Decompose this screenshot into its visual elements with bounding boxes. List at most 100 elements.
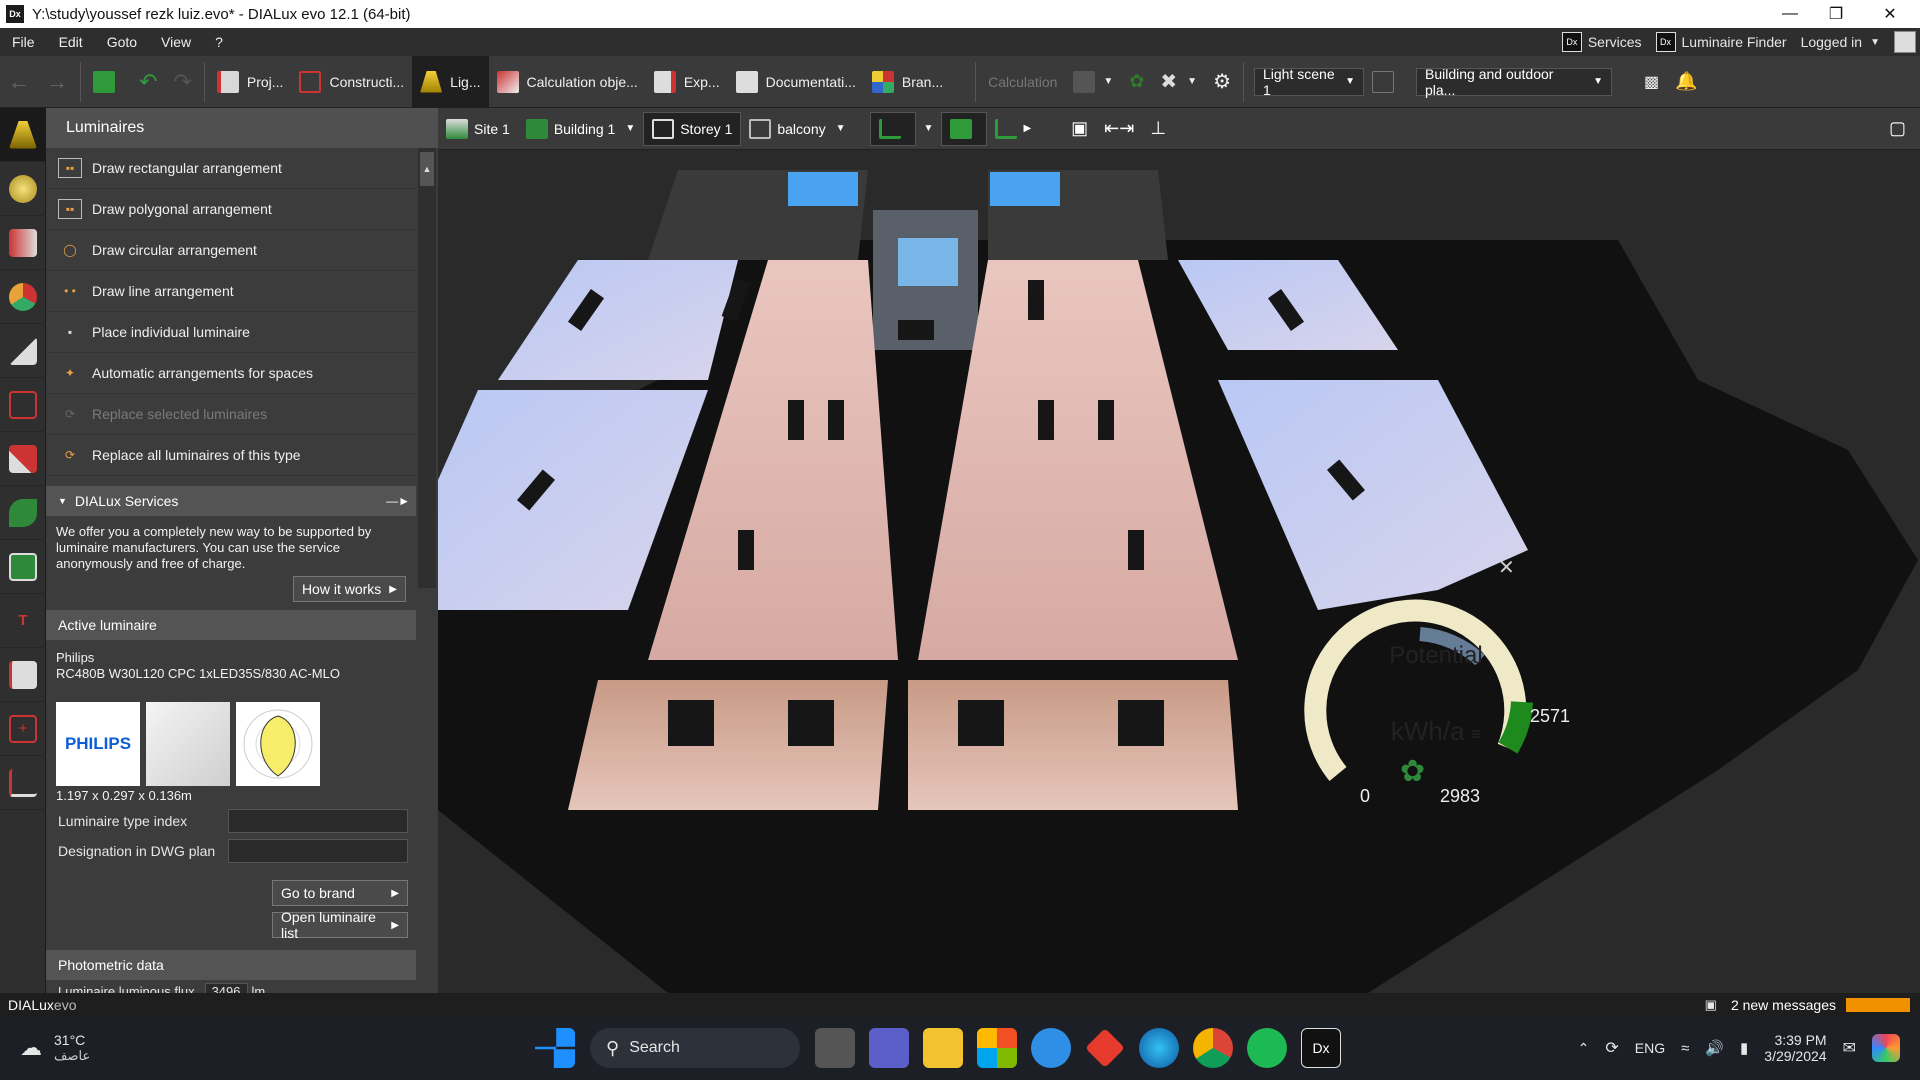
section-view-button[interactable]: ▶ bbox=[987, 112, 1039, 146]
task-view-icon[interactable] bbox=[815, 1028, 855, 1068]
how-it-works-button[interactable]: How it works ▶ bbox=[292, 576, 406, 602]
copilot-icon[interactable] bbox=[1872, 1034, 1900, 1062]
tab-calculation-objects[interactable]: Calculation obje... bbox=[489, 56, 646, 108]
menu-help[interactable]: ? bbox=[203, 34, 235, 50]
services-header[interactable]: ▼ DIALux Services —► bbox=[46, 486, 416, 516]
start-icon[interactable] bbox=[535, 1028, 575, 1068]
close-icon[interactable]: ✕ bbox=[1860, 0, 1920, 28]
draw-circular-button[interactable]: ◯ Draw circular arrangement bbox=[46, 230, 416, 271]
chevron-up-icon[interactable]: ⌃ bbox=[1578, 1040, 1590, 1057]
save-button[interactable] bbox=[85, 56, 131, 108]
planning-mode-select[interactable]: Building and outdoor pla... ▼ bbox=[1416, 66, 1612, 98]
go-to-brand-button[interactable]: Go to brand ▶ bbox=[272, 880, 408, 906]
luminaire-image[interactable] bbox=[146, 702, 230, 786]
view-mode-button[interactable]: ▩ bbox=[1636, 56, 1667, 108]
sync-icon[interactable]: ⟳ bbox=[1605, 1038, 1618, 1058]
site-button[interactable]: Site 1 bbox=[438, 112, 518, 146]
menu-goto[interactable]: Goto bbox=[95, 34, 149, 50]
pin-icon[interactable]: —► bbox=[386, 494, 410, 508]
menu-icon[interactable]: ≡ bbox=[1471, 724, 1482, 744]
floor-plan-button[interactable] bbox=[869, 111, 916, 146]
draw-line-button[interactable]: • • Draw line arrangement bbox=[46, 271, 416, 312]
volume-icon[interactable]: 🔊 bbox=[1705, 1039, 1724, 1057]
helper-icon[interactable] bbox=[1031, 1028, 1071, 1068]
text-tool[interactable]: T bbox=[0, 594, 46, 648]
luminaire-finder-button[interactable]: Dx Luminaire Finder bbox=[1655, 32, 1787, 52]
restore-icon[interactable]: ❐ bbox=[1806, 0, 1866, 28]
flux-value[interactable]: 3496 bbox=[204, 982, 248, 993]
taskbar-search[interactable]: ⚲ Search bbox=[590, 1028, 800, 1068]
building-button[interactable]: Building 1 ▼ bbox=[518, 112, 643, 146]
draw-polygonal-button[interactable]: ▪▪ Draw polygonal arrangement bbox=[46, 189, 416, 230]
messages-link[interactable]: 2 new messages bbox=[1731, 997, 1836, 1013]
chrome-icon[interactable] bbox=[1193, 1028, 1233, 1068]
spotify-icon[interactable] bbox=[1247, 1028, 1287, 1068]
tab-construction[interactable]: Constructi... bbox=[291, 56, 412, 108]
balcony-button[interactable]: balcony ▼ bbox=[741, 112, 853, 146]
scene-display-button[interactable] bbox=[1364, 56, 1410, 108]
cancel-calc-button[interactable]: ✖ ▼ bbox=[1152, 56, 1205, 108]
replace-all-button[interactable]: ⟳ Replace all luminaires of this type bbox=[46, 435, 416, 476]
3d-view-button[interactable] bbox=[941, 111, 988, 146]
draw-rectangular-button[interactable]: ▪▪ Draw rectangular arrangement bbox=[46, 148, 416, 189]
tab-brands[interactable]: Bran... bbox=[864, 56, 951, 108]
notification-icon[interactable]: ✉ bbox=[1843, 1038, 1856, 1058]
tab-documentation[interactable]: Documentati... bbox=[728, 56, 864, 108]
undo-button[interactable]: ↶ bbox=[131, 56, 165, 108]
zoom-extents-button[interactable]: ▣ bbox=[1063, 112, 1096, 146]
language-indicator[interactable]: ENG bbox=[1635, 1040, 1665, 1056]
color-tool[interactable] bbox=[0, 270, 46, 324]
forward-button[interactable]: → bbox=[38, 56, 76, 108]
axis-button[interactable]: ⊥ bbox=[1142, 112, 1174, 146]
open-luminaire-list-button[interactable]: Open luminaire list ▶ bbox=[272, 909, 408, 941]
add-tool[interactable]: + bbox=[0, 702, 46, 756]
tab-project[interactable]: Proj... bbox=[209, 56, 292, 108]
place-individual-button[interactable]: ▪ Place individual luminaire bbox=[46, 312, 416, 353]
tab-light[interactable]: Lig... bbox=[412, 55, 489, 108]
back-button[interactable]: ← bbox=[0, 56, 38, 108]
3d-viewport[interactable]: ✕ Potential 412 kWh/a ≡ ✿ 0 2571 2983 bbox=[438, 150, 1920, 993]
store-icon[interactable] bbox=[977, 1028, 1017, 1068]
dialux-taskbar-icon[interactable]: Dx bbox=[1301, 1028, 1341, 1068]
fullscreen-button[interactable]: ▢ bbox=[1881, 112, 1914, 146]
control-tool[interactable] bbox=[0, 540, 46, 594]
leaf-button[interactable]: ✿ bbox=[1121, 56, 1152, 108]
measure-button[interactable]: ⇤⇥ bbox=[1096, 112, 1142, 146]
close-overlay-icon[interactable]: ✕ bbox=[1498, 557, 1515, 579]
autodesk-icon[interactable] bbox=[1085, 1028, 1125, 1068]
menu-view[interactable]: View bbox=[149, 34, 203, 50]
light-scene-select[interactable]: Light scene 1 ▼ bbox=[1254, 66, 1364, 98]
notifications-button[interactable]: 🔔 bbox=[1667, 56, 1705, 108]
dwg-designation-input[interactable] bbox=[228, 839, 408, 863]
logged-in-menu[interactable]: Logged in ▼ bbox=[1801, 34, 1880, 50]
energy-gauge[interactable]: Potential 412 kWh/a ≡ ✿ 0 2571 2983 bbox=[1296, 578, 1570, 808]
wifi-icon[interactable]: ≈ bbox=[1681, 1040, 1689, 1057]
type-index-input[interactable] bbox=[228, 809, 408, 833]
bulb-tool[interactable] bbox=[0, 162, 46, 216]
measure-tool[interactable] bbox=[0, 648, 46, 702]
weather-widget[interactable]: ☁ 31°C عاصف bbox=[20, 1032, 90, 1064]
light-levels-tool[interactable] bbox=[0, 324, 46, 378]
avatar[interactable] bbox=[1894, 31, 1916, 53]
emergency-tool[interactable] bbox=[0, 378, 46, 432]
tab-export[interactable]: Exp... bbox=[646, 56, 728, 108]
menu-edit[interactable]: Edit bbox=[47, 34, 95, 50]
settings-button[interactable]: ⚙ bbox=[1205, 56, 1239, 108]
luminaires-tool[interactable] bbox=[0, 108, 46, 162]
layout-tool[interactable] bbox=[0, 756, 46, 810]
storey-button[interactable]: Storey 1 bbox=[643, 111, 742, 146]
edge-icon[interactable] bbox=[1139, 1028, 1179, 1068]
battery-icon[interactable]: ▮ bbox=[1740, 1039, 1748, 1057]
calculation-button[interactable]: Calculation bbox=[980, 56, 1065, 108]
brand-logo[interactable]: PHILIPS bbox=[56, 702, 140, 786]
light-distribution-curve[interactable] bbox=[236, 702, 320, 786]
energy-tool[interactable] bbox=[0, 486, 46, 540]
services-button[interactable]: Dx Services bbox=[1561, 32, 1642, 52]
panel-scrollbar[interactable]: ▲ bbox=[418, 148, 436, 588]
file-explorer-icon[interactable] bbox=[923, 1028, 963, 1068]
plan-options-button[interactable]: ▼ bbox=[916, 112, 942, 146]
menu-file[interactable]: File bbox=[0, 34, 47, 50]
maintenance-tool[interactable] bbox=[0, 432, 46, 486]
calc-options-button[interactable]: ▼ bbox=[1065, 56, 1121, 108]
building-render[interactable]: ✕ bbox=[438, 150, 1920, 993]
